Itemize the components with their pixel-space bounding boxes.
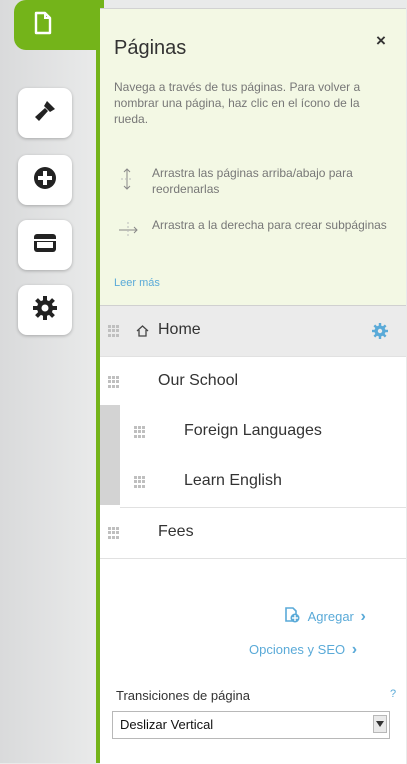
seo-options-label: Opciones y SEO xyxy=(249,642,346,657)
read-more-link[interactable]: Leer más xyxy=(114,277,160,289)
drag-horizontal-icon xyxy=(117,219,139,245)
subpage-indent-bar xyxy=(100,405,120,505)
page-row-foreign-languages[interactable]: Foreign Languages xyxy=(120,407,406,458)
drag-handle-icon[interactable] xyxy=(134,426,146,438)
chevron-right-icon: › xyxy=(351,641,358,658)
page-label: Our School xyxy=(158,372,239,389)
chevron-down-icon[interactable] xyxy=(373,715,387,733)
page-label: Learn English xyxy=(184,472,282,489)
drag-handle-icon[interactable] xyxy=(134,476,146,488)
close-button[interactable]: × xyxy=(376,31,386,51)
drag-handle-icon[interactable] xyxy=(108,376,120,388)
gear-icon xyxy=(31,294,59,327)
add-icon xyxy=(32,165,58,196)
tip-reorder-text: Arrastra las páginas arriba/abajo para r… xyxy=(152,166,353,196)
pages-panel: Páginas × Navega a través de tus páginas… xyxy=(100,8,406,764)
chevron-right-icon: › xyxy=(360,608,366,625)
brush-icon xyxy=(31,97,59,130)
drag-vertical-icon xyxy=(120,167,134,195)
page-label: Home xyxy=(158,321,201,338)
help-icon[interactable]: ? xyxy=(390,688,396,700)
help-description: Navega a través de tus páginas. Para vol… xyxy=(114,80,361,126)
help-section: Páginas × Navega a través de tus páginas… xyxy=(100,9,406,305)
page-label: Fees xyxy=(158,523,194,540)
seo-options-link[interactable]: Opciones y SEO › xyxy=(249,641,357,659)
design-tab-button[interactable] xyxy=(18,88,72,138)
transitions-label: Transiciones de página xyxy=(116,688,250,703)
add-page-icon xyxy=(284,607,304,626)
transition-select[interactable]: Deslizar Vertical xyxy=(112,711,390,739)
page-label: Foreign Languages xyxy=(184,422,322,439)
add-page-link[interactable]: Agregar › xyxy=(284,605,366,626)
pages-tab-button[interactable] xyxy=(14,0,104,50)
sidebar-rail xyxy=(0,0,104,763)
tip-subpages-text: Arrastra a la derecha para crear subpági… xyxy=(152,218,387,232)
settings-tab-button[interactable] xyxy=(18,285,72,335)
page-row-home[interactable]: Home xyxy=(100,306,406,357)
store-tab-button[interactable] xyxy=(18,220,72,270)
add-page-label: Agregar xyxy=(307,609,354,624)
gear-icon[interactable] xyxy=(371,322,389,345)
home-icon xyxy=(136,324,149,342)
store-icon xyxy=(31,231,59,260)
page-icon xyxy=(33,11,53,40)
page-row-our-school[interactable]: Our School xyxy=(100,357,406,408)
panel-title: Páginas xyxy=(114,37,187,59)
add-tab-button[interactable] xyxy=(18,155,72,205)
drag-handle-icon[interactable] xyxy=(108,527,120,539)
drag-handle-icon[interactable] xyxy=(108,325,120,337)
page-row-learn-english[interactable]: Learn English xyxy=(120,457,406,508)
page-row-fees[interactable]: Fees xyxy=(100,508,406,559)
transition-select-value: Deslizar Vertical xyxy=(120,717,214,732)
